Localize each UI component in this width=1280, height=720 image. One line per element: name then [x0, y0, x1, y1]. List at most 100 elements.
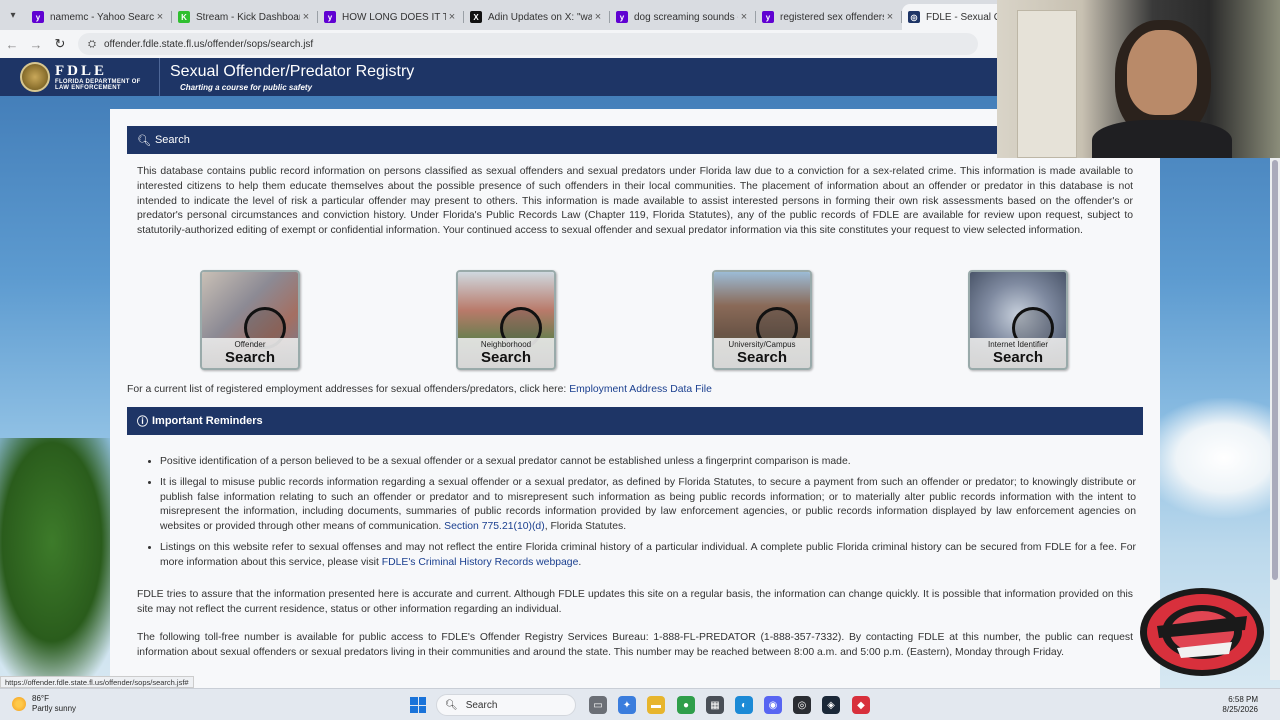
browser-tab[interactable]: y HOW LONG DOES IT TAKE×: [318, 4, 464, 30]
logo-subtitle-2: LAW ENFORCEMENT: [55, 84, 121, 91]
weather-desc: Partly sunny: [32, 704, 77, 713]
webcam-person-body: [1092, 120, 1232, 158]
tab-title: namemc - Yahoo Search Re: [50, 11, 154, 23]
search-icon: 🔍︎: [137, 134, 151, 147]
internet-identifier-search-button[interactable]: Internet Identifier Search: [968, 270, 1068, 370]
tab-title: Stream - Kick Dashboard: [196, 11, 300, 23]
card-label-main: Search: [480, 349, 532, 366]
taskbar-search-label: Search: [465, 699, 498, 711]
site-info-icon[interactable]: ⛭: [88, 39, 96, 50]
search-cards: Offender Search Neighborhood Search Univ…: [200, 270, 1070, 372]
card-label-main: Search: [736, 349, 788, 366]
taskbar-search-box[interactable]: 🔍︎ Search: [436, 694, 576, 716]
close-tab-icon[interactable]: ×: [738, 11, 750, 23]
yahoo-icon: y: [616, 11, 628, 23]
close-tab-icon[interactable]: ×: [592, 11, 604, 23]
tab-list: ynamemc - Yahoo Search Re×KStream - Kick…: [26, 0, 1048, 30]
fdle-icon: ◎: [908, 11, 920, 23]
kick-icon: K: [178, 11, 190, 23]
reminder-text: Positive identification of a person beli…: [160, 456, 851, 467]
page-scrollbar[interactable]: [1270, 100, 1280, 680]
main-content-panel: 🔍︎ Search This database contains public …: [110, 109, 1160, 688]
site-tagline: Charting a course for public safety: [180, 82, 313, 92]
fdle-seal-icon: [20, 62, 50, 92]
scrollbar-thumb[interactable]: [1272, 160, 1278, 580]
neighborhood-search-button[interactable]: Neighborhood Search: [456, 270, 556, 370]
reminder-tail: , Florida Statutes.: [544, 521, 627, 533]
close-tab-icon[interactable]: ×: [154, 11, 166, 23]
back-icon[interactable]: ←: [0, 37, 24, 52]
close-tab-icon[interactable]: ×: [884, 11, 896, 23]
site-title: Sexual Offender/Predator Registry: [170, 62, 415, 80]
weather-temp: 86°F: [32, 694, 49, 703]
close-tab-icon[interactable]: ×: [446, 11, 458, 23]
file-explorer-icon[interactable]: ▬: [647, 696, 665, 714]
reminder-text: It is illegal to misuse public records i…: [160, 476, 1136, 533]
system-clock[interactable]: 6:58 PM 8/25/2026: [1222, 695, 1258, 715]
employment-text: For a current list of registered employm…: [127, 384, 570, 395]
weather-widget[interactable]: 86°F Partly sunny: [12, 694, 76, 714]
search-section-title: Search: [154, 134, 190, 146]
browser-tab[interactable]: X Adin Updates on X: "wait fo×: [464, 4, 610, 30]
reminder-text: Listings on this website refer to sexual…: [160, 541, 1136, 568]
tab-title: dog screaming sounds - Ya: [634, 11, 738, 23]
reminders-section-header: ⓘ Important Reminders: [127, 407, 1143, 435]
university-campus-search-button[interactable]: University/Campus Search: [712, 270, 812, 370]
reminders-section-title: Important Reminders: [152, 415, 263, 427]
reminder-tail: .: [578, 556, 582, 568]
forward-icon[interactable]: →: [24, 37, 48, 52]
statute-link[interactable]: Section 775.21(10)(d): [444, 521, 545, 532]
logo-wordmark: FDLE: [55, 62, 108, 79]
yahoo-icon: y: [32, 11, 44, 23]
tab-title: registered sex offenders ne: [780, 11, 884, 23]
clock-time: 6:58 PM: [1228, 695, 1258, 704]
fdle-logo[interactable]: FDLE FLORIDA DEPARTMENT OF LAW ENFORCEME…: [0, 58, 160, 96]
employment-line: For a current list of registered employm…: [127, 384, 712, 395]
steam-icon[interactable]: ◈: [822, 696, 840, 714]
browser-tab[interactable]: y registered sex offenders ne×: [756, 4, 902, 30]
employment-data-file-link[interactable]: Employment Address Data File: [569, 384, 712, 395]
offender-search-button[interactable]: Offender Search: [200, 270, 300, 370]
yahoo-icon: y: [762, 11, 774, 23]
x-icon: X: [470, 11, 482, 23]
browser-tab[interactable]: K Stream - Kick Dashboard ×: [172, 4, 318, 30]
task-view-icon[interactable]: ▭: [589, 696, 607, 714]
clock-date: 8/25/2026: [1222, 705, 1258, 714]
chrome-icon[interactable]: ●: [677, 696, 695, 714]
url-input[interactable]: ⛭ offender.fdle.state.fl.us/offender/sop…: [78, 33, 978, 55]
discord-icon[interactable]: ◉: [764, 696, 782, 714]
yahoo-icon: y: [324, 11, 336, 23]
list-item: It is illegal to misuse public records i…: [160, 476, 1136, 535]
close-tab-icon[interactable]: ×: [300, 11, 312, 23]
windows-start-icon[interactable]: [410, 697, 426, 713]
phone-paragraph: The following toll-free number is availa…: [137, 632, 1133, 658]
obs-icon[interactable]: ◎: [793, 696, 811, 714]
store-icon[interactable]: ▦: [706, 696, 724, 714]
list-item: Positive identification of a person beli…: [160, 455, 1136, 470]
streaming-app-icon[interactable]: ◆: [852, 696, 870, 714]
taskbar: 86°F Partly sunny 🔍︎ Search ▭ ✦ ▬ ● ▦ ◐ …: [0, 688, 1280, 720]
stream-logo-icon: [1140, 588, 1264, 676]
tab-search-menu-icon[interactable]: ▾: [0, 0, 26, 30]
background-cloud-image: [1140, 398, 1280, 518]
search-section-header: 🔍︎ Search: [127, 126, 1143, 154]
accuracy-paragraph: FDLE tries to assure that the informatio…: [137, 589, 1133, 615]
tab-title: Adin Updates on X: "wait fo: [488, 11, 592, 23]
browser-tab[interactable]: y namemc - Yahoo Search Re×: [26, 4, 172, 30]
browser-tab[interactable]: y dog screaming sounds - Ya×: [610, 4, 756, 30]
status-bar-url: https://offender.fdle.state.fl.us/offend…: [0, 676, 194, 688]
url-text: offender.fdle.state.fl.us/offender/sops/…: [104, 38, 314, 50]
logo-subtitle-1: FLORIDA DEPARTMENT OF: [55, 78, 141, 85]
criminal-history-link[interactable]: FDLE's Criminal History Records webpage: [382, 557, 579, 568]
list-item: Listings on this website refer to sexual…: [160, 541, 1136, 571]
card-label-main: Search: [992, 349, 1044, 366]
reminders-list: Positive identification of a person beli…: [160, 455, 1136, 577]
info-icon: ⓘ: [137, 416, 148, 428]
edge-icon[interactable]: ◐: [735, 696, 753, 714]
intro-paragraph: This database contains public record inf…: [137, 166, 1133, 237]
partly-sunny-icon: [12, 697, 26, 711]
card-label-main: Search: [224, 349, 276, 366]
reload-icon[interactable]: ↻: [48, 36, 72, 52]
webcam-overlay: [997, 0, 1280, 158]
copilot-icon[interactable]: ✦: [618, 696, 636, 714]
